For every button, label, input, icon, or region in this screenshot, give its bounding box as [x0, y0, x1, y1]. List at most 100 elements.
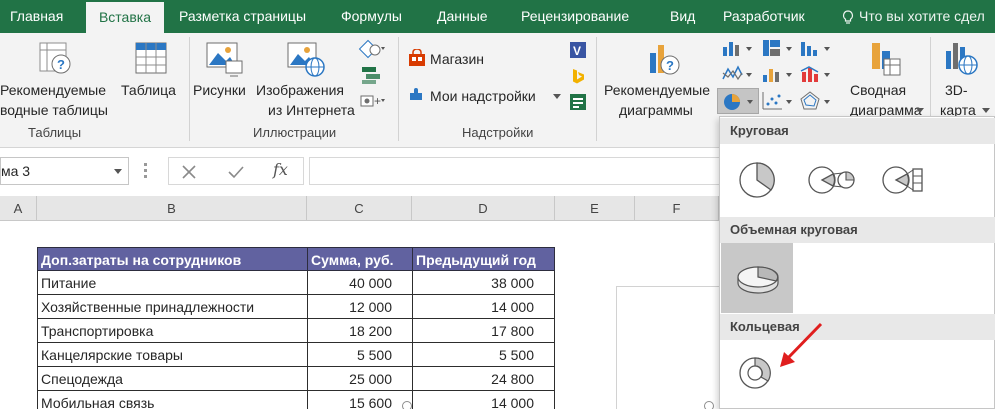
recommended-charts-label1: Рекомендуемые	[604, 82, 710, 98]
tab-review[interactable]: Рецензирование	[521, 0, 629, 33]
svg-text:?: ?	[666, 58, 674, 73]
chart-placeholder[interactable]	[616, 286, 726, 409]
pie-option[interactable]	[720, 145, 792, 215]
group-label-addins: Надстройки	[462, 125, 534, 140]
column-header[interactable]: C	[307, 196, 412, 220]
cancel-icon[interactable]	[181, 164, 197, 180]
table-cell[interactable]: 38 000	[412, 271, 555, 295]
pie-chart-gallery: Круговая Объемная круговая Кольцевая	[719, 116, 995, 409]
group-label-tables: Таблицы	[28, 125, 82, 140]
line-chart-icon[interactable]	[720, 63, 756, 85]
lightbulb-icon	[842, 10, 854, 24]
pie-of-pie-icon	[808, 166, 855, 194]
table-cell[interactable]: Канцелярские товары	[37, 343, 308, 367]
section-pie: Круговая	[720, 118, 995, 144]
name-box-value: ма 3	[1, 163, 31, 179]
enter-icon[interactable]	[227, 164, 245, 180]
column-header[interactable]: D	[412, 196, 555, 220]
chevron-down-icon	[114, 169, 122, 174]
tab-home[interactable]: Главная	[10, 0, 63, 33]
annotation-arrow-icon	[780, 322, 823, 367]
online-pictures-icon	[287, 42, 325, 77]
tab-view[interactable]: Вид	[670, 0, 695, 33]
column-header[interactable]: B	[37, 196, 307, 220]
table-cell[interactable]: 15 600	[307, 391, 413, 409]
screenshot-icon[interactable]: +	[358, 91, 386, 111]
column-chart-icon[interactable]	[720, 37, 756, 59]
insert-function-button[interactable]: fx	[273, 160, 288, 179]
table-cell[interactable]: 14 000	[412, 295, 555, 319]
table-cell[interactable]: 12 000	[307, 295, 413, 319]
table-label: Таблица	[121, 82, 176, 98]
pie-chart-icon	[739, 162, 775, 198]
people-graph-icon[interactable]	[569, 93, 587, 111]
table-cell[interactable]: 25 000	[307, 367, 413, 391]
table-cell[interactable]: Питание	[37, 271, 308, 295]
name-box[interactable]: ма 3	[0, 157, 129, 185]
bar-of-pie-icon	[882, 166, 923, 194]
tab-insert[interactable]: Вставка	[86, 2, 164, 33]
shapes-icon[interactable]	[358, 39, 386, 59]
column-header[interactable]: F	[635, 196, 719, 220]
table-cell[interactable]: 5 500	[412, 343, 555, 367]
pictures-icon	[206, 42, 243, 77]
waterfall-chart-icon[interactable]	[760, 63, 796, 85]
visio-icon[interactable]: V	[569, 41, 587, 59]
formula-input[interactable]	[309, 157, 729, 185]
tell-me-box[interactable]: Что вы хотите сдел	[842, 0, 985, 33]
table-cell[interactable]: 18 200	[307, 319, 413, 343]
online-pictures-label1: Изображения	[256, 82, 344, 98]
table-cell[interactable]: Мобильная связь	[37, 391, 308, 409]
scatter-chart-icon[interactable]	[760, 89, 796, 113]
svg-text:?: ?	[57, 57, 65, 72]
table-header-cell[interactable]: Доп.затраты на сотрудников	[37, 247, 308, 271]
table-cell[interactable]: Хозяйственные принадлежности	[37, 295, 308, 319]
resize-handle[interactable]	[704, 401, 714, 409]
section-3d-pie: Объемная круговая	[720, 217, 995, 243]
statistic-chart-icon[interactable]	[798, 37, 834, 59]
table-cell[interactable]: 14 000	[412, 391, 555, 409]
table-cell[interactable]: 5 500	[307, 343, 413, 367]
excel-window: Главная Вставка Разметка страницы Формул…	[0, 0, 995, 409]
table-cell[interactable]: 17 800	[412, 319, 555, 343]
recommended-charts-icon: ?	[650, 45, 680, 75]
hierarchy-chart-icon[interactable]	[760, 37, 796, 59]
chevron-down-icon	[553, 94, 561, 99]
online-pictures-label2: из Интернета	[268, 102, 355, 118]
table-cell[interactable]: Транспортировка	[37, 319, 308, 343]
radar-chart-icon[interactable]	[798, 89, 834, 113]
ribbon-tab-bar: Главная Вставка Разметка страницы Формул…	[0, 0, 995, 33]
table-cell[interactable]: Спецодежда	[37, 367, 308, 391]
recommended-pivot-label1: Рекомендуемые	[0, 82, 106, 98]
column-header[interactable]: A	[0, 196, 37, 220]
column-header[interactable]: E	[555, 196, 635, 220]
pie-of-pie-option[interactable]	[794, 145, 866, 215]
separator	[398, 37, 399, 141]
table-cell[interactable]: 24 800	[412, 367, 555, 391]
bar-of-pie-option[interactable]	[868, 145, 940, 215]
table-header-cell[interactable]: Предыдущий год	[412, 247, 555, 271]
tab-formulas[interactable]: Формулы	[341, 0, 402, 33]
tab-data[interactable]: Данные	[437, 0, 488, 33]
recommended-charts-label2: диаграммы	[619, 102, 693, 118]
tab-developer[interactable]: Разработчик	[723, 0, 805, 33]
resize-handle[interactable]	[402, 401, 412, 409]
tab-page-layout[interactable]: Разметка страницы	[179, 0, 306, 33]
pie-chart-button[interactable]	[717, 88, 759, 114]
tell-me-text: Что вы хотите сдел	[859, 8, 985, 24]
bing-icon[interactable]	[569, 67, 587, 85]
table-header-cell[interactable]: Сумма, руб.	[307, 247, 413, 271]
3d-pie-option[interactable]	[721, 243, 793, 313]
combo-chart-icon[interactable]	[798, 63, 834, 85]
formula-bar-grip[interactable]	[144, 163, 147, 179]
table-cell[interactable]: 40 000	[307, 271, 413, 295]
pivot-chart-label1: Сводная	[850, 82, 907, 98]
chevron-down-icon	[916, 108, 924, 113]
formula-buttons: fx	[168, 157, 304, 185]
svg-text:V: V	[573, 44, 581, 58]
svg-text:+: +	[374, 94, 381, 108]
pivot-chart-icon	[872, 43, 901, 76]
section-doughnut: Кольцевая	[720, 314, 995, 340]
smartart-icon[interactable]	[360, 65, 384, 85]
table-icon	[135, 42, 167, 74]
